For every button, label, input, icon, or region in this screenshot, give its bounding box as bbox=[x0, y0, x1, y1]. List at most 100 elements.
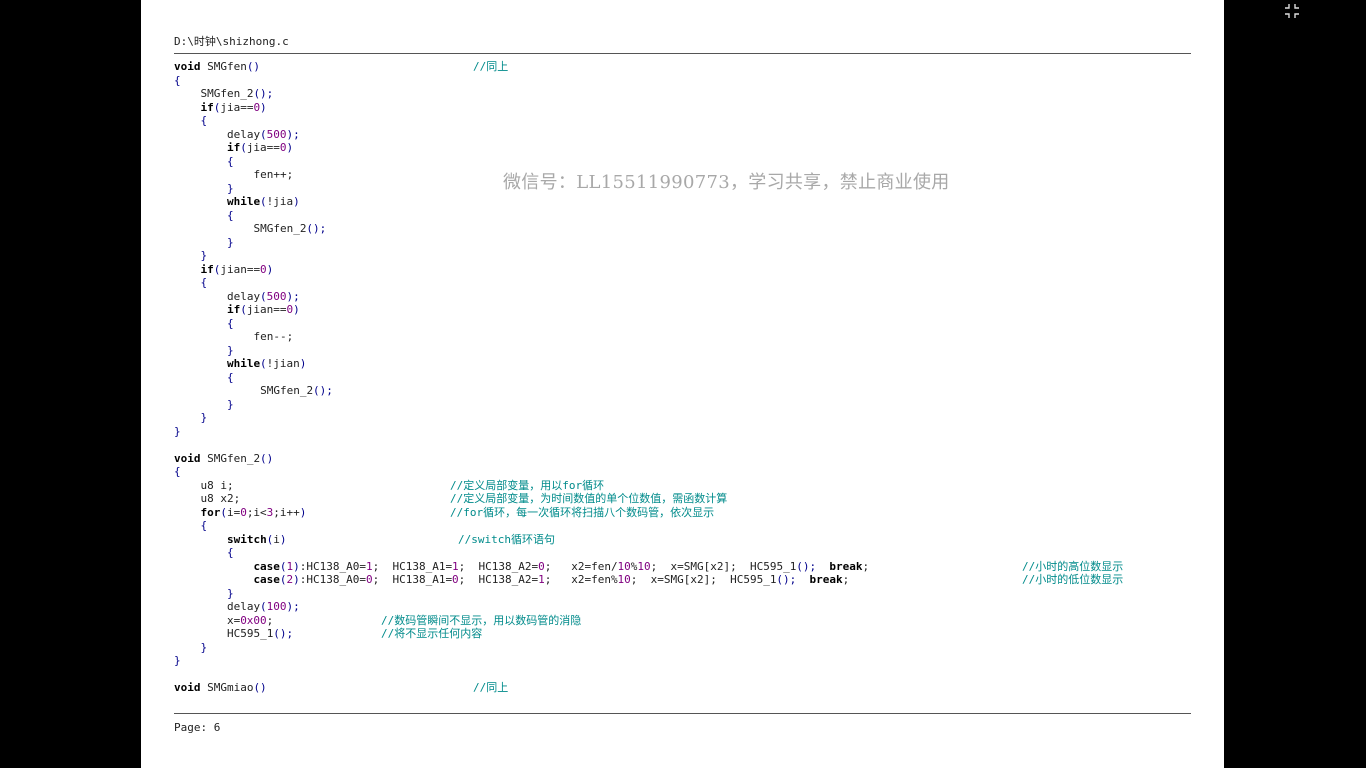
code-token: 0 bbox=[286, 303, 294, 316]
code-keyword: void bbox=[174, 451, 201, 465]
code-token: 0 bbox=[260, 262, 267, 276]
code-token: x= bbox=[174, 613, 241, 627]
code-token: ; x2=fen% bbox=[544, 573, 618, 586]
code-token: 2 bbox=[286, 573, 294, 586]
code-token: ) bbox=[299, 357, 307, 370]
code-token: jia== bbox=[220, 100, 254, 114]
code-token: ); bbox=[286, 289, 300, 303]
code-token: fen++; bbox=[174, 168, 294, 181]
document-page: D:\时钟\shizhong.c void SMGfen()//同上{ SMGf… bbox=[141, 0, 1224, 768]
code-token: () bbox=[253, 681, 267, 694]
code-token: } bbox=[226, 235, 234, 249]
code-keyword: case bbox=[253, 573, 280, 586]
code-token: 0 bbox=[452, 573, 459, 586]
code-token: ; HC138_A2= bbox=[458, 559, 539, 573]
code-token: } bbox=[174, 654, 181, 667]
page-number-footer: Page: 6 bbox=[174, 721, 221, 734]
code-token: 10 bbox=[637, 559, 651, 573]
code-token: { bbox=[200, 519, 208, 532]
code-token: SMGfen_2 bbox=[200, 451, 261, 465]
code-token: ) bbox=[286, 141, 294, 154]
code-token: ) bbox=[260, 100, 267, 114]
code-token: ( bbox=[260, 289, 267, 303]
code-keyword: for bbox=[200, 505, 221, 519]
code-comment: //数码管瞬间不显示，用以数码管的消隐 bbox=[381, 613, 582, 627]
code-token: 0 bbox=[538, 559, 545, 573]
code-token: jian== bbox=[220, 262, 261, 276]
code-token: SMGmiao bbox=[200, 681, 254, 694]
code-comment: //switch循环语句 bbox=[458, 532, 555, 546]
code-token: { bbox=[226, 370, 234, 384]
code-token: ( bbox=[260, 600, 267, 613]
code-keyword: while bbox=[226, 357, 261, 370]
code-token: :HC138_A0= bbox=[299, 573, 366, 586]
code-token: ); bbox=[286, 127, 300, 141]
code-token: ( bbox=[240, 141, 247, 154]
code-token: 10 bbox=[617, 573, 631, 586]
code-keyword: switch bbox=[226, 532, 267, 546]
code-token: (); bbox=[306, 222, 327, 235]
code-token: HC595_1 bbox=[174, 627, 274, 640]
code-token: (); bbox=[313, 384, 333, 397]
code-token: } bbox=[226, 586, 234, 600]
code-token: delay bbox=[174, 289, 261, 303]
code-comment: //同上 bbox=[473, 60, 509, 73]
code-token: (); bbox=[796, 559, 817, 573]
header-divider bbox=[174, 53, 1191, 54]
code-comment: //定义局部变量，为时间数值的单个位数值，需函数计算 bbox=[450, 492, 728, 505]
code-token: (); bbox=[273, 627, 294, 640]
code-token: jian== bbox=[246, 303, 287, 316]
code-token: ( bbox=[220, 505, 227, 519]
pdf-viewer: D:\时钟\shizhong.c void SMGfen()//同上{ SMGf… bbox=[0, 0, 1366, 768]
code-token: ; HC138_A1= bbox=[372, 559, 453, 573]
code-keyword: if bbox=[200, 100, 214, 114]
code-token: delay bbox=[174, 127, 261, 141]
code-token: () bbox=[260, 451, 274, 465]
code-token: ; bbox=[842, 573, 850, 586]
code-token: 0x00 bbox=[240, 613, 267, 627]
code-token: ;i++ bbox=[273, 505, 300, 519]
code-comment: //定义局部变量，用以for循环 bbox=[450, 478, 605, 492]
code-token: ( bbox=[260, 195, 267, 208]
code-token: { bbox=[226, 154, 234, 168]
code-token: jia== bbox=[246, 141, 280, 154]
code-token: delay bbox=[174, 600, 261, 613]
code-token: fen--; bbox=[174, 330, 294, 343]
code-token: 1 bbox=[286, 559, 294, 573]
code-token: ; bbox=[266, 613, 274, 627]
code-token: ; x=SMG[x2]; HC595_1 bbox=[650, 559, 797, 573]
code-keyword: case bbox=[253, 559, 280, 573]
code-token: ( bbox=[260, 357, 267, 370]
code-token: SMGfen_2 bbox=[174, 384, 314, 397]
code-token: ; HC138_A2= bbox=[458, 573, 539, 586]
code-keyword: break bbox=[829, 559, 863, 573]
exit-fullscreen-icon[interactable] bbox=[1283, 2, 1301, 20]
code-token: } bbox=[226, 343, 234, 357]
code-token: ) bbox=[293, 303, 300, 316]
code-token: 1 bbox=[452, 559, 459, 573]
footer-divider bbox=[174, 713, 1191, 714]
code-token: { bbox=[226, 316, 234, 330]
code-token: } bbox=[200, 411, 208, 424]
code-token: !jian bbox=[266, 357, 300, 370]
code-token: ) bbox=[266, 262, 274, 276]
code-token: u8 x2; bbox=[174, 492, 241, 505]
code-keyword: void bbox=[174, 60, 201, 73]
